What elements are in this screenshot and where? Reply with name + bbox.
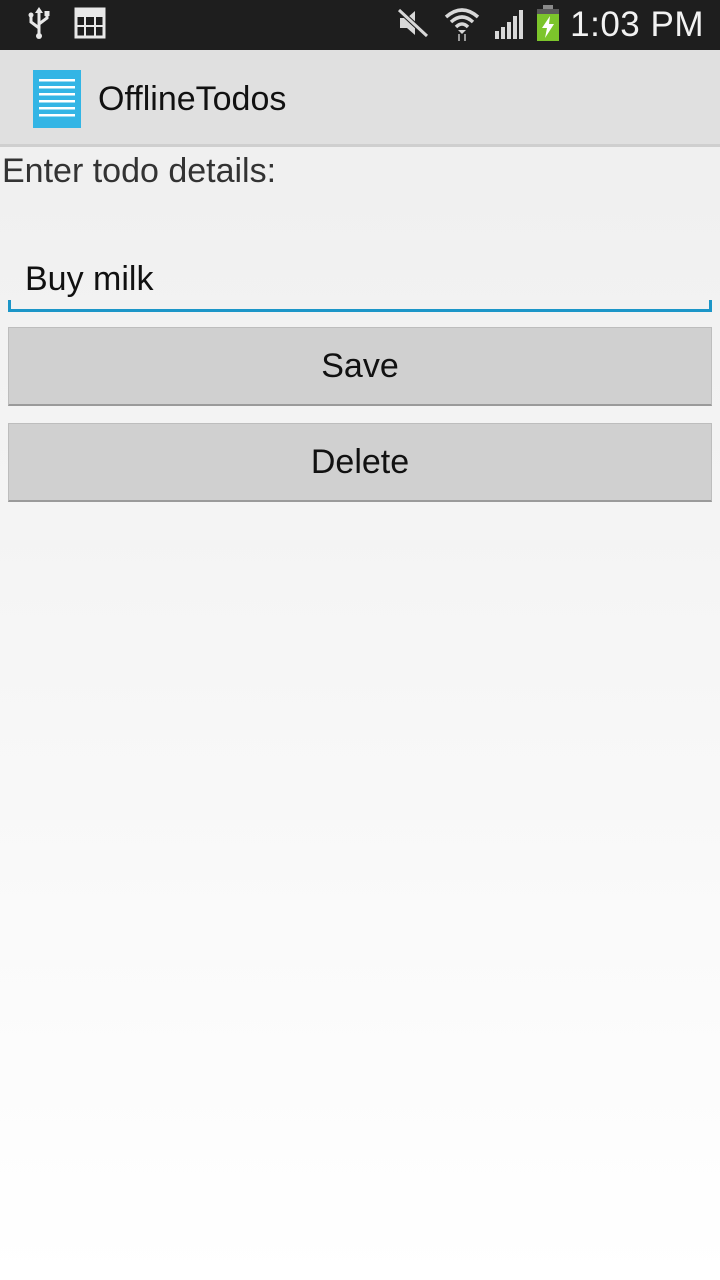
status-bar-left	[26, 6, 120, 45]
status-bar-right: 1:03 PM	[396, 0, 704, 50]
signal-icon	[494, 7, 528, 44]
action-bar: OfflineTodos	[0, 50, 720, 147]
input-edge-left	[8, 300, 11, 312]
calendar-icon	[74, 7, 106, 44]
wifi-icon	[444, 5, 480, 46]
delete-button[interactable]: Delete	[8, 423, 712, 502]
battery-charging-icon	[536, 4, 560, 46]
todo-details-label: Enter todo details:	[2, 152, 277, 190]
todo-details-input[interactable]	[8, 250, 712, 312]
usb-icon	[26, 6, 52, 45]
input-edge-right	[709, 300, 712, 312]
status-time: 1:03 PM	[570, 5, 704, 44]
app-title: OfflineTodos	[98, 80, 287, 118]
save-button[interactable]: Save	[8, 327, 712, 406]
mute-icon	[396, 7, 430, 43]
list-document-icon	[33, 70, 81, 128]
status-bar: 1:03 PM	[0, 0, 720, 50]
